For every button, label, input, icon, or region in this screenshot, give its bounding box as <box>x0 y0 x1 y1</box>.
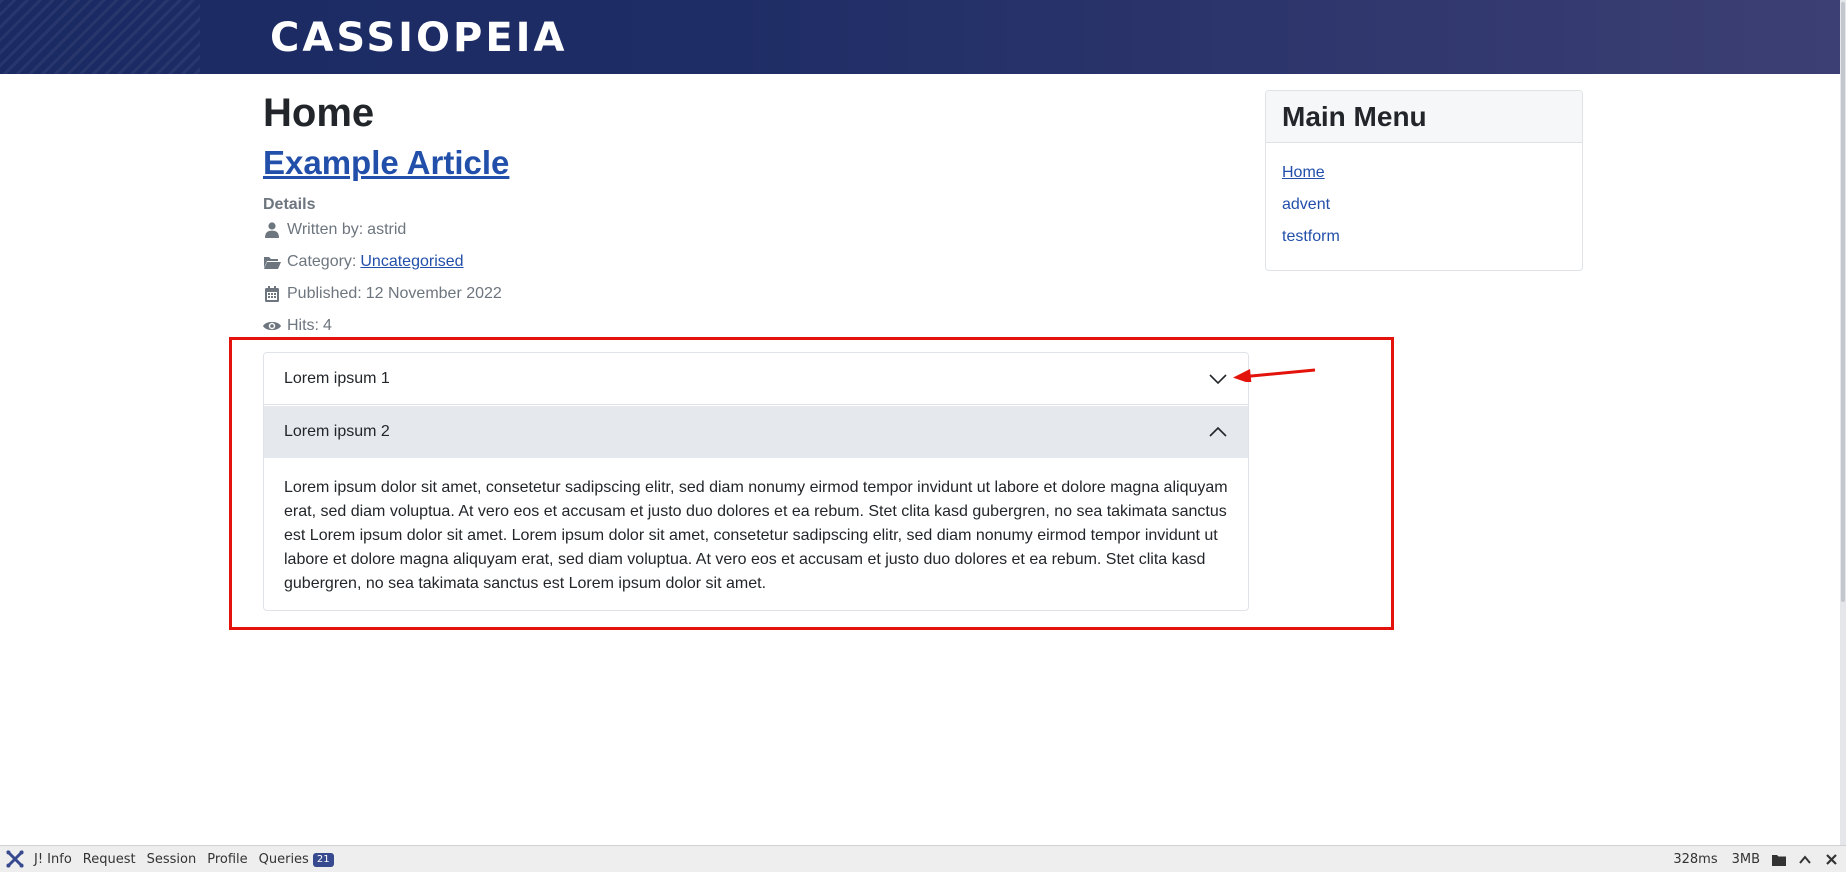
details-label: Details <box>263 196 316 213</box>
menu-item-home: Home <box>1282 157 1582 189</box>
main-menu-list: Home advent testform <box>1266 143 1582 253</box>
page-scrollbar[interactable] <box>1840 0 1846 845</box>
menu-item-advent: advent <box>1282 189 1582 221</box>
category-label: Category: <box>287 253 357 270</box>
menu-link-advent[interactable]: advent <box>1282 196 1330 214</box>
debug-time: 328ms <box>1673 852 1718 867</box>
page-title: Home <box>263 91 375 135</box>
folder-open-icon <box>263 253 281 271</box>
main-menu-title: Main Menu <box>1266 91 1582 143</box>
meta-category: Category: Uncategorised <box>263 251 464 273</box>
debug-bar: J! Info Request Session Profile Queries … <box>0 845 1846 872</box>
article-title-link[interactable]: Example Article <box>263 143 509 183</box>
calendar-icon <box>263 285 281 303</box>
user-icon <box>263 221 281 239</box>
published-label: Published: <box>287 285 362 302</box>
folder-icon[interactable] <box>1772 853 1786 867</box>
debug-tab-queries[interactable]: Queries 21 <box>259 852 334 867</box>
debug-tabs: J! Info Request Session Profile Queries … <box>34 846 345 872</box>
caret-up-icon[interactable] <box>1798 853 1812 867</box>
published-date: 12 November 2022 <box>365 285 502 302</box>
scrollbar-thumb[interactable] <box>1841 2 1845 602</box>
annotation-arrow-icon <box>1233 368 1316 382</box>
debug-tab-session[interactable]: Session <box>147 852 197 867</box>
eye-icon <box>263 317 281 335</box>
written-by-label: Written by: <box>287 221 364 238</box>
joomla-icon[interactable] <box>6 850 24 868</box>
debug-tab-queries-label: Queries <box>258 852 309 867</box>
main-menu-module: Main Menu Home advent testform <box>1265 90 1583 271</box>
menu-item-testform: testform <box>1282 221 1582 253</box>
debug-tab-profile[interactable]: Profile <box>207 852 247 867</box>
meta-author: Written by: astrid <box>263 219 406 241</box>
category-link[interactable]: Uncategorised <box>360 253 463 271</box>
hits-count: 4 <box>323 317 332 334</box>
hits-label: Hits: <box>287 317 319 334</box>
menu-link-home[interactable]: Home <box>1282 164 1325 182</box>
debug-memory: 3MB <box>1731 852 1760 867</box>
meta-hits: Hits: 4 <box>263 315 332 337</box>
meta-published: Published: 12 November 2022 <box>263 283 502 305</box>
debug-bar-right: 328ms 3MB <box>1659 846 1838 872</box>
queries-count-badge: 21 <box>312 852 334 867</box>
menu-link-testform[interactable]: testform <box>1282 228 1340 246</box>
author-name: astrid <box>367 221 407 238</box>
header-pattern <box>0 0 200 74</box>
close-icon[interactable] <box>1824 853 1838 867</box>
annotation-highlight-box <box>229 337 1394 630</box>
debug-tab-request[interactable]: Request <box>83 852 136 867</box>
debug-tab-info[interactable]: J! Info <box>34 852 72 867</box>
site-brand-logo[interactable]: CASSIOPEIA <box>270 14 568 62</box>
site-header: CASSIOPEIA <box>0 0 1846 74</box>
